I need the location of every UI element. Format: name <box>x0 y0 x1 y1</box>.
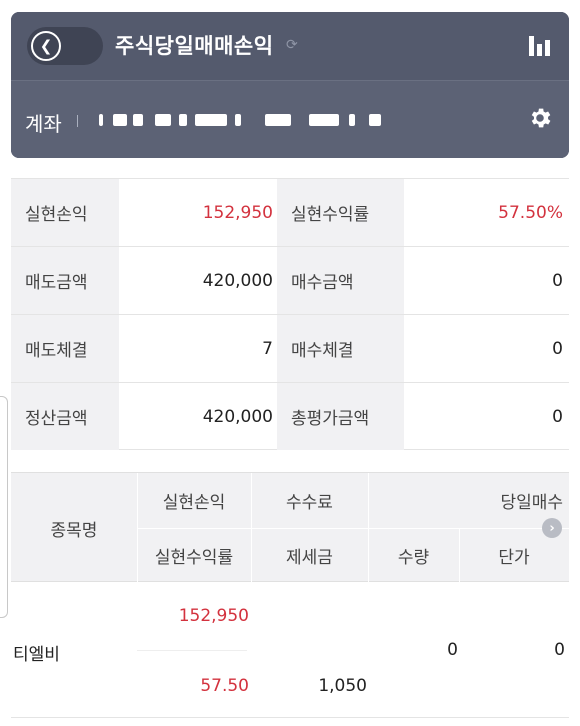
summary-label: 총평가금액 <box>277 383 404 450</box>
chevron-right-icon[interactable]: › <box>542 518 562 538</box>
col-realized-rate[interactable]: 실현수익률 <box>137 528 251 583</box>
settlement-amount-value: 420,000 <box>202 406 273 427</box>
col-realized-pnl[interactable]: 실현손익 <box>137 473 251 528</box>
summary-table: 실현손익 152,950 실현수익률 57.50% 매도금액 420,000 매… <box>11 178 569 450</box>
col-tax[interactable]: 제세금 <box>251 528 368 583</box>
stock-name[interactable]: 티엘비 <box>13 640 60 665</box>
sell-executions-value: 7 <box>262 338 273 359</box>
row-inner-divider <box>137 650 247 651</box>
gear-icon[interactable] <box>527 105 553 131</box>
summary-label: 매도체결 <box>11 315 119 382</box>
account-separator <box>77 115 78 127</box>
sell-amount-value: 420,000 <box>202 270 273 291</box>
bar-chart-icon[interactable] <box>529 36 551 56</box>
chevron-left-icon: ❮ <box>31 31 61 61</box>
account-bar: 계좌 <box>11 81 569 158</box>
col-fee[interactable]: 수수료 <box>251 473 368 528</box>
row-tax: 1,050 <box>318 676 367 696</box>
summary-label: 정산금액 <box>11 383 119 450</box>
realized-rate-value: 57.50% <box>498 202 563 223</box>
refresh-icon[interactable]: ⟳ <box>286 38 298 52</box>
account-label: 계좌 <box>25 112 62 136</box>
summary-label: 매수체결 <box>277 315 404 382</box>
stock-table-header: 종목명 실현손익 실현수익률 수수료 제세금 당일매수 수량 단가 › <box>11 472 569 583</box>
summary-label: 매도금액 <box>11 247 119 314</box>
side-edge-handle[interactable] <box>0 396 8 618</box>
row-realized-pnl: 152,950 <box>178 606 249 626</box>
summary-row: 실현손익 152,950 실현수익률 57.50% <box>11 178 569 246</box>
row-price: 0 <box>554 640 565 660</box>
total-valuation-value: 0 <box>552 406 563 427</box>
summary-row: 정산금액 420,000 총평가금액 0 <box>11 382 569 450</box>
account-number-masked[interactable] <box>99 112 389 128</box>
row-realized-rate: 57.50 <box>200 676 249 696</box>
stock-table[interactable]: 종목명 실현손익 실현수익률 수수료 제세금 당일매수 수량 단가 › 티엘비 … <box>11 472 569 718</box>
buy-amount-value: 0 <box>552 270 563 291</box>
summary-row: 매도금액 420,000 매수금액 0 <box>11 246 569 314</box>
header-card: ❮ 주식당일매매손익 ⟳ 계좌 <box>11 12 569 158</box>
col-quantity[interactable]: 수량 <box>368 528 459 583</box>
back-button[interactable]: ❮ <box>27 27 103 65</box>
buy-executions-value: 0 <box>552 338 563 359</box>
realized-pnl-value: 152,950 <box>202 202 273 223</box>
col-stock-name[interactable]: 종목명 <box>11 473 137 583</box>
title-bar: ❮ 주식당일매매손익 ⟳ <box>11 12 569 80</box>
row-quantity: 0 <box>447 640 458 660</box>
table-row[interactable]: 티엘비 152,950 57.50 1,050 0 0 <box>11 582 569 718</box>
summary-label: 매수금액 <box>277 247 404 314</box>
summary-label: 실현손익 <box>11 179 119 246</box>
summary-row: 매도체결 7 매수체결 0 <box>11 314 569 382</box>
summary-label: 실현수익률 <box>277 179 404 246</box>
page-title: 주식당일매매손익 <box>115 34 274 58</box>
